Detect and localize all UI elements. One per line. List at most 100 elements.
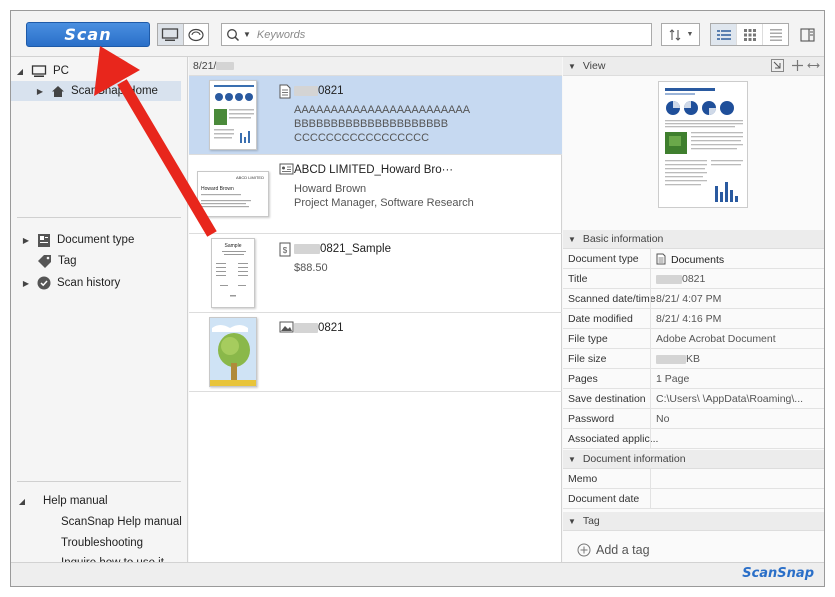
details-pane: ▼ View ▼ Basic information Document type… (563, 57, 824, 562)
photo-thumbnail (209, 317, 257, 387)
info-row-file-type: File type Adobe Acrobat Document (563, 329, 824, 349)
redacted-block (294, 243, 320, 254)
redacted-block (656, 354, 686, 364)
sort-icon (669, 28, 680, 41)
help-link-troubleshooting[interactable]: Troubleshooting (61, 537, 143, 549)
info-key: Memo (568, 473, 598, 485)
info-row-title[interactable]: Title 0821 (563, 269, 824, 289)
collapse-arrow-icon[interactable]: ◢ (15, 67, 25, 76)
document-info-section-header[interactable]: ▼ Document information (563, 450, 824, 469)
view-toggle (157, 23, 209, 46)
tree-item-label: PC (53, 65, 69, 77)
item-title-text: 0821_Sample (320, 243, 391, 255)
sort-caret-icon: ▼ (686, 31, 694, 38)
info-key: Document date (568, 493, 640, 505)
view-section-header[interactable]: ▼ View (563, 57, 824, 76)
lines-view-icon (769, 28, 782, 41)
toggle-panel-button[interactable] (796, 23, 818, 46)
item-title: ABCD LIMITED_Howard Bro··· (294, 164, 454, 176)
tag-section-header[interactable]: ▼ Tag (563, 512, 824, 531)
list-view-button[interactable] (711, 24, 737, 45)
thumbnail-name-text: Howard Brown (201, 186, 234, 192)
collapse-triangle-icon: ▼ (568, 62, 576, 71)
help-manual-header[interactable]: ◢ Help manual (17, 491, 108, 511)
help-link-scansnap-manual[interactable]: ScanSnap Help manual (61, 516, 182, 528)
info-key: Title (568, 273, 588, 285)
document-preview (658, 81, 748, 208)
help-manual-label: Help manual (43, 495, 108, 507)
search-options-caret-icon[interactable]: ▼ (243, 30, 251, 39)
info-key: File type (568, 333, 608, 345)
info-value: No (656, 413, 670, 425)
search-box[interactable]: ▼ Keywords (221, 23, 652, 46)
tree-item-document-type[interactable]: ▶ Document type (21, 230, 134, 250)
divider (17, 217, 181, 218)
expand-arrow-icon[interactable]: ▶ (21, 236, 31, 245)
expand-arrow-icon[interactable]: ▶ (21, 279, 31, 288)
tree-item-label: Tag (58, 255, 77, 267)
collapse-arrow-icon[interactable]: ◢ (17, 497, 27, 506)
add-tag-label: Add a tag (596, 543, 650, 557)
info-row-memo[interactable]: Memo (563, 469, 824, 489)
add-tag-button[interactable]: Add a tag (577, 543, 650, 557)
collapse-triangle-icon: ▼ (568, 517, 576, 526)
business-card-icon (279, 163, 294, 175)
basic-info-section-header[interactable]: ▼ Basic information (563, 230, 824, 249)
list-item[interactable]: ABCD LIMITED Howard Brown ABCD LIMITED_H… (189, 155, 562, 234)
info-key: Save destination (568, 393, 646, 405)
redacted-block (294, 85, 318, 96)
info-row-document-type: Document type Documents (563, 249, 824, 269)
info-value[interactable]: 0821 (656, 273, 705, 285)
info-row-save-destination[interactable]: Save destination C:\Users\ \AppData\Roami… (563, 389, 824, 409)
list-item[interactable]: Sample $ 0821_Sample $88.50 (189, 234, 562, 313)
cloud-view-button[interactable] (184, 24, 209, 45)
sort-button[interactable]: ▼ (661, 23, 700, 46)
collapse-triangle-icon: ▼ (568, 235, 576, 244)
layout-switcher (710, 23, 789, 46)
info-row-associated-app[interactable]: Associated applic... (563, 429, 824, 449)
item-title-text: 0821 (318, 85, 344, 97)
home-icon (52, 85, 64, 97)
info-row-password: Password No (563, 409, 824, 429)
tree-item-scansnap-home[interactable]: ▶ ScanSnap Home (11, 81, 181, 101)
history-check-icon (37, 276, 51, 290)
collapse-triangle-icon: ▼ (568, 455, 576, 464)
tree-item-label: Scan history (57, 277, 121, 289)
list-view-icon (716, 29, 731, 40)
section-title: Tag (582, 515, 600, 527)
receipt-thumbnail: Sample (211, 238, 255, 308)
info-value[interactable]: C:\Users\ \AppData\Roaming\... (656, 393, 803, 405)
navigation-pane: ◢ PC ▶ ScanSnap Home ▶ Document type Tag… (11, 57, 188, 569)
item-text-line: CCCCCCCCCCCCCCCCC (294, 132, 430, 144)
date-group-header: 8/21/ (189, 57, 562, 76)
info-value: 1 Page (656, 373, 690, 385)
scan-button[interactable]: Scan (26, 22, 150, 47)
expand-arrow-icon[interactable]: ▶ (35, 87, 45, 96)
tree-item-tag[interactable]: Tag (37, 251, 77, 271)
info-row-file-size: File size KB (563, 349, 824, 369)
item-text-line: $88.50 (294, 262, 328, 274)
pc-icon (31, 64, 47, 77)
list-item[interactable]: 0821 (189, 313, 562, 392)
brand-logo: ScanSnap (742, 566, 814, 581)
zoom-fit-icon[interactable] (791, 59, 804, 75)
photo-icon (279, 321, 294, 333)
info-key: Password (568, 413, 615, 425)
tree-item-scan-history[interactable]: ▶ Scan history (21, 273, 120, 293)
toolbar: Scan ▼ Keywords ▼ (11, 11, 824, 57)
info-row-date-modified: Date modified 8/21/ 4:16 PM (563, 309, 824, 329)
detail-view-button[interactable] (763, 24, 788, 45)
section-title: Basic information (582, 233, 664, 245)
list-item[interactable]: 0821 AAAAAAAAAAAAAAAAAAAAAAAA BBBBBBBBBB… (189, 76, 562, 155)
search-input[interactable]: Keywords (257, 29, 305, 41)
fit-page-icon[interactable] (771, 59, 784, 75)
info-row-document-date[interactable]: Document date (563, 489, 824, 509)
thumbnail-view-button[interactable] (737, 24, 763, 45)
info-key: Pages (568, 373, 598, 385)
pc-view-button[interactable] (158, 24, 184, 45)
grid-view-icon (743, 28, 756, 41)
tree-item-pc[interactable]: ◢ PC (15, 61, 69, 81)
item-text-line: BBBBBBBBBBBBBBBBBBBBB (294, 118, 449, 130)
info-value: 8/21/ 4:16 PM (656, 313, 722, 325)
fit-width-icon[interactable] (807, 59, 820, 75)
